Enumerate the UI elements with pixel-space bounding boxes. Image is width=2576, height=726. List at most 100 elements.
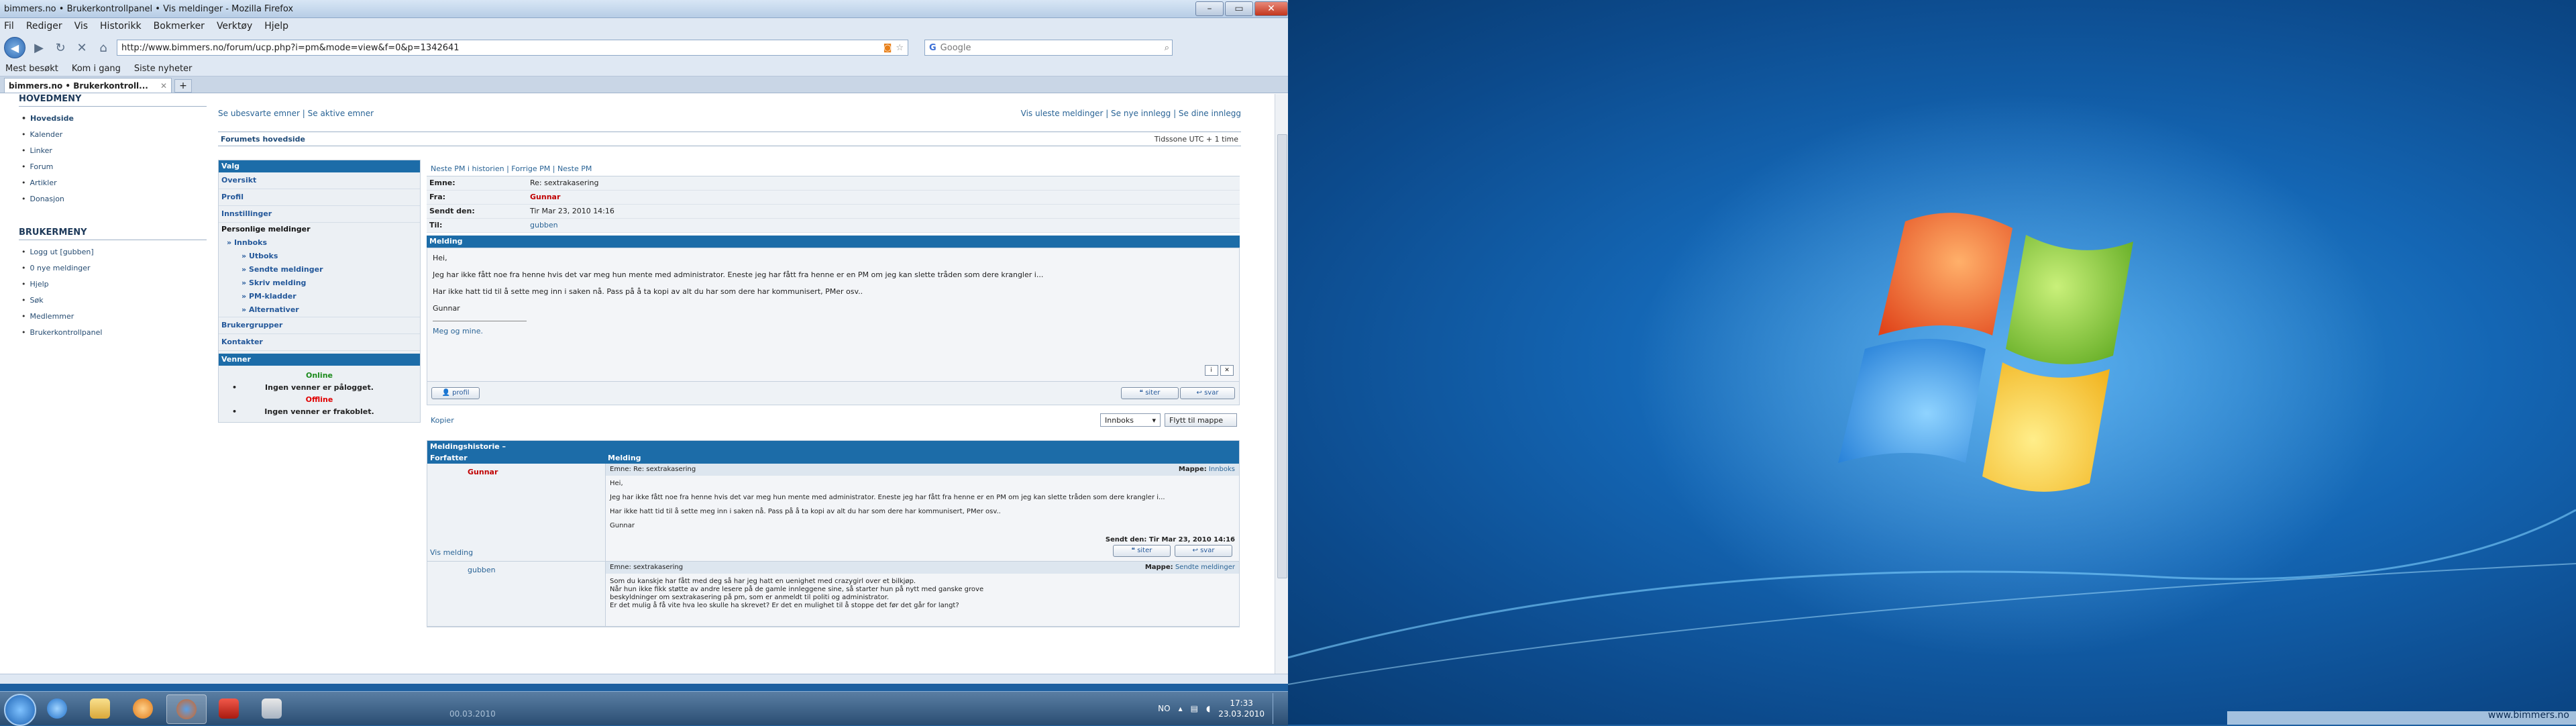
new-tab-button[interactable]: +: [174, 79, 192, 93]
nav-pm-options[interactable]: » Alternativer: [219, 303, 420, 317]
menu-item-search[interactable]: • Søk: [19, 293, 207, 309]
menu-item-new-messages[interactable]: • 0 nye meldinger: [19, 260, 207, 276]
show-desktop-button[interactable]: [1273, 693, 1281, 724]
minimize-button[interactable]: –: [1195, 1, 1224, 16]
nav-settings[interactable]: Innstillinger: [219, 206, 420, 223]
history-author[interactable]: gubben: [427, 562, 605, 574]
system-tray: NO ▴ ▤ ◖ 17:33 23.03.2010: [1158, 692, 1288, 725]
network-icon[interactable]: ▤: [1191, 704, 1198, 713]
quote-button[interactable]: ❝ siter: [1121, 387, 1179, 399]
history-quote-button[interactable]: ❝ siter: [1113, 545, 1171, 557]
from-value[interactable]: Gunnar: [530, 191, 1240, 204]
taskbar-acrobat[interactable]: [209, 694, 248, 723]
nav-usergroups[interactable]: Brukergrupper: [219, 317, 420, 334]
bookmark-most-visited[interactable]: Mest besøkt: [5, 64, 58, 74]
menu-edit[interactable]: Rediger: [26, 21, 62, 32]
copy-link[interactable]: Kopier: [431, 416, 454, 425]
page-scrollbar[interactable]: [1275, 94, 1289, 674]
close-button[interactable]: ✕: [1254, 1, 1288, 16]
menu-item-forum[interactable]: • Forum: [19, 159, 207, 175]
menu-item-members[interactable]: • Medlemmer: [19, 309, 207, 325]
back-icon[interactable]: ◀: [4, 37, 25, 58]
reload-icon[interactable]: ↻: [52, 40, 68, 56]
menu-item-home[interactable]: • Hovedside: [19, 111, 207, 127]
reply-button[interactable]: ↩ svar: [1180, 387, 1235, 399]
menu-file[interactable]: Fil: [4, 21, 14, 32]
folder-actions: Kopier Innboks ▾ Flytt til mappe: [427, 409, 1240, 431]
taskbar-firefox[interactable]: [166, 694, 207, 724]
history-row: Gunnar Vis melding Emne: Re: sextrakaser…: [427, 464, 1239, 562]
timezone-text: Tidssone UTC + 1 time: [1154, 134, 1238, 144]
forward-icon[interactable]: ▶: [31, 40, 47, 56]
acrobat-icon: [219, 698, 239, 719]
nav-sent[interactable]: » Sendte meldinger: [219, 263, 420, 276]
menu-item-ucp[interactable]: • Brukerkontrollpanel: [19, 325, 207, 341]
nav-inbox[interactable]: » Innboks: [219, 236, 420, 250]
menu-help[interactable]: Hjelp: [264, 21, 288, 32]
maximize-button[interactable]: ▭: [1225, 1, 1253, 16]
online-none-text: • Ingen venner er pålogget.: [232, 383, 374, 392]
bookmark-getting-started[interactable]: Kom i gang: [72, 64, 121, 74]
history-reply-button[interactable]: ↩ svar: [1175, 545, 1232, 557]
menu-item-articles[interactable]: • Artikler: [19, 175, 207, 191]
nav-contacts[interactable]: Kontakter: [219, 334, 420, 351]
nav-compose[interactable]: » Skriv melding: [219, 276, 420, 290]
subject-label: Emne:: [429, 178, 455, 187]
menu-item-donation[interactable]: • Donasjon: [19, 191, 207, 207]
menu-view[interactable]: Vis: [74, 21, 88, 32]
profile-button[interactable]: 👤 profil: [431, 387, 480, 399]
bookmark-latest-news[interactable]: Siste nyheter: [134, 64, 192, 74]
forum-navbar: Forumets hovedside Tidssone UTC + 1 time: [218, 132, 1241, 146]
menu-item-links[interactable]: • Linker: [19, 143, 207, 159]
main-menu-heading: HOVEDMENY: [19, 94, 207, 107]
move-to-folder-button[interactable]: Flytt til mappe: [1165, 413, 1237, 427]
tray-expand-icon[interactable]: ▴: [1179, 704, 1183, 713]
menu-history[interactable]: Historikk: [100, 21, 142, 32]
history-author[interactable]: Gunnar: [427, 464, 605, 476]
unanswered-active-links[interactable]: Se ubesvarte emner | Se aktive emner: [218, 109, 374, 118]
rss-icon[interactable]: ◙: [883, 43, 892, 53]
clock[interactable]: 17:33 23.03.2010: [1218, 698, 1265, 719]
scrollbar-thumb[interactable]: [1277, 134, 1287, 578]
menu-item-calendar[interactable]: • Kalender: [19, 127, 207, 143]
nav-profile[interactable]: Profil: [219, 189, 420, 206]
taskbar: 00.03.2010 NO ▴ ▤ ◖ 17:33 23.03.2010: [0, 691, 1288, 726]
nav-outbox[interactable]: » Utboks: [219, 250, 420, 263]
folder-select[interactable]: Innboks ▾: [1100, 413, 1161, 427]
language-indicator[interactable]: NO: [1158, 704, 1170, 713]
star-icon[interactable]: ☆: [896, 43, 904, 53]
taskbar-app[interactable]: [252, 694, 291, 723]
search-icon[interactable]: ⌕: [1165, 43, 1169, 53]
nav-private-messages[interactable]: Personlige meldinger: [219, 223, 420, 236]
nav-drafts[interactable]: » PM-kladder: [219, 290, 420, 303]
history-line: Har ikke hatt tid til å sette meg inn i …: [610, 508, 1001, 515]
info-icon[interactable]: i: [1204, 365, 1218, 376]
volume-icon[interactable]: ◖: [1206, 704, 1210, 713]
start-button[interactable]: [4, 694, 36, 726]
status-bar: [0, 674, 1288, 684]
url-bar[interactable]: http://www.bimmers.no/forum/ucp.php?i=pm…: [117, 40, 908, 56]
report-icon[interactable]: ✕: [1220, 365, 1234, 376]
home-icon[interactable]: ⌂: [95, 40, 111, 56]
taskbar-explorer[interactable]: [80, 694, 119, 723]
pm-nav-links[interactable]: Neste PM i historien | Forrige PM | Nest…: [427, 162, 1240, 176]
taskbar-ie[interactable]: [38, 694, 76, 723]
menu-tools[interactable]: Verktøy: [217, 21, 252, 32]
menu-bookmarks[interactable]: Bokmerker: [154, 21, 205, 32]
stop-icon[interactable]: ✕: [74, 40, 90, 56]
menu-item-help[interactable]: • Hjelp: [19, 276, 207, 293]
nav-overview[interactable]: Oversikt: [219, 172, 420, 189]
tab-close-icon[interactable]: ✕: [160, 81, 167, 91]
to-value[interactable]: gubben: [530, 219, 1240, 232]
menu-item-logout[interactable]: • Logg ut [gubben]: [19, 244, 207, 260]
search-box[interactable]: G Google ⌕: [924, 40, 1173, 56]
unread-new-own-links[interactable]: Vis uleste meldinger | Se nye innlegg | …: [1021, 109, 1241, 118]
pm-header: Emne: Re: sextrakasering Fra: Gunnar Sen…: [427, 176, 1240, 233]
chevron-down-icon: ▾: [1152, 416, 1156, 425]
tab-bimmers[interactable]: bimmers.no • Brukerkontroll... ✕: [4, 78, 172, 93]
view-message-link[interactable]: Vis melding: [430, 548, 473, 557]
sent-value: Tir Mar 23, 2010 14:16: [530, 207, 614, 215]
forum-index-link[interactable]: Forumets hovedside: [221, 135, 305, 144]
taskbar-media[interactable]: [123, 694, 162, 723]
menu-bar: Fil Rediger Vis Historikk Bokmerker Verk…: [0, 18, 1288, 34]
